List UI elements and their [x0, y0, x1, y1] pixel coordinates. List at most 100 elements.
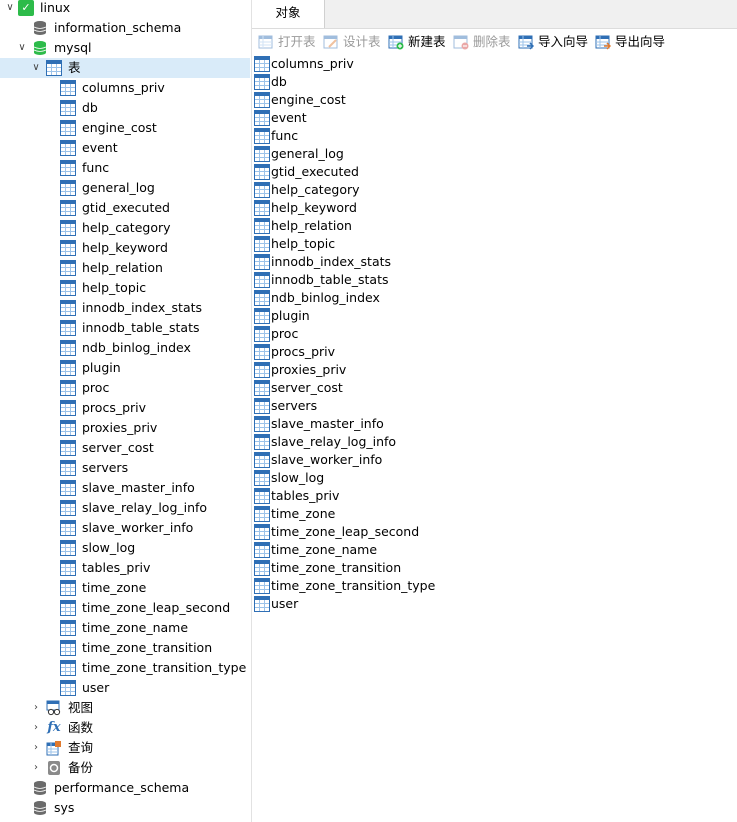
tree-table-item[interactable]: proc	[0, 378, 250, 398]
table-icon	[60, 200, 76, 216]
tree-db-information-schema[interactable]: information_schema	[0, 18, 250, 38]
tree-table-label: columns_priv	[82, 80, 165, 95]
table-icon	[254, 254, 270, 270]
tree-table-item[interactable]: slow_log	[0, 538, 250, 558]
tree-table-label: tables_priv	[82, 560, 151, 575]
table-icon	[60, 400, 76, 416]
tab-objects[interactable]: 对象	[252, 0, 325, 28]
tree-table-label: time_zone	[82, 580, 147, 595]
object-list-label: gtid_executed	[271, 164, 359, 179]
chevron-down-icon[interactable]: ∨	[30, 58, 42, 78]
tree-table-item[interactable]: time_zone_transition_type	[0, 658, 250, 678]
tree-queries-node[interactable]: › 查询	[0, 738, 250, 758]
table-icon	[254, 236, 270, 252]
chevron-right-icon[interactable]: ›	[30, 718, 42, 738]
chevron-down-icon[interactable]: ∨	[16, 38, 28, 58]
table-icon	[254, 128, 270, 144]
tree-table-item[interactable]: time_zone_leap_second	[0, 598, 250, 618]
tree-table-item[interactable]: time_zone_transition	[0, 638, 250, 658]
table-icon	[254, 56, 270, 72]
object-list-label: ndb_binlog_index	[271, 290, 380, 305]
tree-backups-node[interactable]: › 备份	[0, 758, 250, 778]
tree-table-item[interactable]: engine_cost	[0, 118, 250, 138]
tree-table-item[interactable]: event	[0, 138, 250, 158]
object-list-label: help_category	[271, 182, 360, 197]
tree-table-item[interactable]: innodb_table_stats	[0, 318, 250, 338]
object-list-label: help_topic	[271, 236, 336, 251]
table-icon	[254, 524, 270, 540]
export-wizard-label: 导出向导	[615, 34, 666, 49]
object-list-label: engine_cost	[271, 92, 346, 107]
design-table-label: 设计表	[343, 34, 381, 49]
tree-table-item[interactable]: slave_relay_log_info	[0, 498, 250, 518]
table-icon	[254, 578, 270, 594]
tree-table-item[interactable]: time_zone_name	[0, 618, 250, 638]
tree-table-item[interactable]: servers	[0, 458, 250, 478]
tree-views-label: 视图	[68, 700, 94, 715]
chevron-right-icon[interactable]: ›	[30, 758, 42, 778]
tree-table-item[interactable]: innodb_index_stats	[0, 298, 250, 318]
table-icon	[60, 580, 76, 596]
tree-table-item[interactable]: server_cost	[0, 438, 250, 458]
table-icon	[60, 140, 76, 156]
table-icon	[60, 240, 76, 256]
tree-db-sys[interactable]: sys	[0, 798, 250, 818]
table-icon	[60, 320, 76, 336]
tree-table-label: server_cost	[82, 440, 154, 455]
tree-table-label: slow_log	[82, 540, 136, 555]
chevron-down-icon[interactable]: ∨	[4, 0, 16, 18]
table-group-icon	[46, 60, 62, 76]
tree-table-item[interactable]: db	[0, 98, 250, 118]
database-icon	[33, 41, 47, 55]
table-icon	[254, 416, 270, 432]
tree-table-item[interactable]: help_keyword	[0, 238, 250, 258]
object-list-label: innodb_table_stats	[271, 272, 389, 287]
connection-icon: ✓	[18, 0, 34, 16]
tree-table-item[interactable]: procs_priv	[0, 398, 250, 418]
tree-views-node[interactable]: › 视图	[0, 698, 250, 718]
object-toolbar: 打开表 设计表 新建表 删除表 导入向导 导出向导	[252, 29, 737, 55]
navigation-tree: ∨ ✓ linux information_schema ∨ mysql ∨ 表…	[0, 0, 250, 822]
object-list-label: slave_worker_info	[271, 452, 383, 467]
table-icon	[60, 660, 76, 676]
table-icon	[60, 300, 76, 316]
tree-table-item[interactable]: general_log	[0, 178, 250, 198]
object-list-label: proc	[271, 326, 299, 341]
tree-table-item[interactable]: time_zone	[0, 578, 250, 598]
tree-functions-label: 函数	[68, 720, 94, 735]
tree-table-item[interactable]: user	[0, 678, 250, 698]
tree-table-item[interactable]: help_relation	[0, 258, 250, 278]
object-list-label: server_cost	[271, 380, 343, 395]
tree-table-item[interactable]: help_topic	[0, 278, 250, 298]
object-list-label: tables_priv	[271, 488, 340, 503]
tree-db-performance-schema[interactable]: performance_schema	[0, 778, 250, 798]
tree-db-label: mysql	[54, 40, 92, 55]
tree-table-item[interactable]: help_category	[0, 218, 250, 238]
chevron-right-icon[interactable]: ›	[30, 698, 42, 718]
tree-table-item[interactable]: plugin	[0, 358, 250, 378]
tree-db-mysql[interactable]: ∨ mysql	[0, 38, 250, 58]
tree-table-label: general_log	[82, 180, 155, 195]
tree-table-label: time_zone_transition_type	[82, 660, 247, 675]
table-icon	[254, 452, 270, 468]
object-list-label: time_zone_transition	[271, 560, 402, 575]
tree-table-item[interactable]: func	[0, 158, 250, 178]
table-icon	[60, 600, 76, 616]
tree-table-item[interactable]: gtid_executed	[0, 198, 250, 218]
object-list-label: servers	[271, 398, 318, 413]
tree-connection-linux[interactable]: ∨ ✓ linux	[0, 0, 250, 18]
tree-table-item[interactable]: slave_master_info	[0, 478, 250, 498]
tree-table-item[interactable]: ndb_binlog_index	[0, 338, 250, 358]
table-icon	[60, 120, 76, 136]
object-list-label: proxies_priv	[271, 362, 347, 377]
table-icon	[60, 540, 76, 556]
chevron-right-icon[interactable]: ›	[30, 738, 42, 758]
tree-table-item[interactable]: slave_worker_info	[0, 518, 250, 538]
object-list-label: procs_priv	[271, 344, 336, 359]
tree-table-label: innodb_index_stats	[82, 300, 203, 315]
tree-tables-node[interactable]: ∨ 表	[0, 58, 250, 78]
tree-table-item[interactable]: proxies_priv	[0, 418, 250, 438]
tree-table-item[interactable]: columns_priv	[0, 78, 250, 98]
tree-functions-node[interactable]: › fx 函数	[0, 718, 250, 738]
tree-table-item[interactable]: tables_priv	[0, 558, 250, 578]
